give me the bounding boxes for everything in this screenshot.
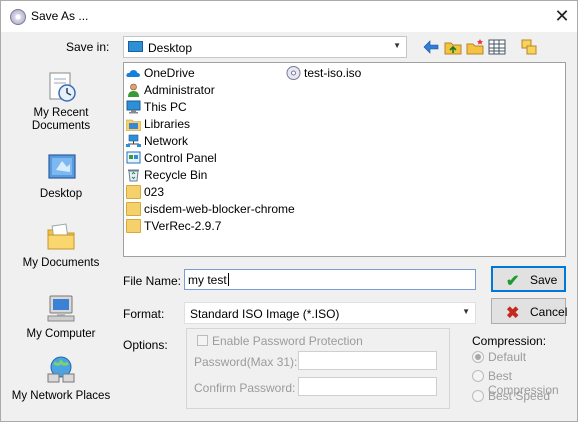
desktop-icon: [48, 154, 76, 179]
up-folder-icon[interactable]: [444, 38, 462, 56]
onedrive-icon: [126, 70, 140, 77]
file-name: test-iso.iso: [304, 66, 362, 80]
place-label: My Computer: [26, 328, 96, 340]
disc-app-icon: [10, 9, 26, 25]
disc-icon: [286, 66, 301, 80]
format-value: Standard ISO Image (*.ISO): [190, 307, 340, 321]
network-icon: [126, 134, 141, 147]
folder-icon: [126, 185, 141, 199]
save-as-dialog: Save As ... ✕ My Recent Documents Deskto…: [0, 0, 578, 422]
window-title: Save As ...: [31, 9, 89, 23]
save-button[interactable]: ✔ Save: [491, 266, 566, 292]
password-input[interactable]: [298, 351, 437, 370]
format-label: Format:: [123, 307, 165, 321]
tools-icon[interactable]: [520, 38, 538, 56]
file-name: cisdem-web-blocker-chrome: [144, 202, 295, 216]
compression-option-label: Best Speed: [488, 389, 551, 403]
confirm-password-input[interactable]: [298, 377, 437, 396]
file-name: Libraries: [144, 117, 191, 131]
file-name: OneDrive: [144, 66, 195, 80]
enable-password-label: Enable Password Protection: [212, 334, 363, 348]
place-my-computer[interactable]: My Computer: [7, 292, 115, 341]
file-name: 023: [144, 185, 165, 199]
password-label: Password(Max 31):: [194, 355, 298, 369]
place-label: My Recent Documents: [31, 107, 91, 132]
save-in-value: Desktop: [148, 41, 193, 55]
save-button-label: Save: [530, 273, 558, 287]
place-network-places[interactable]: My Network Places: [7, 354, 115, 403]
my-computer-icon: [47, 295, 75, 322]
checkmark-icon: ✔: [506, 273, 520, 290]
view-menu-icon[interactable]: [488, 38, 506, 56]
file-name-label: File Name:: [123, 274, 182, 288]
save-in-label: Save in:: [66, 40, 110, 54]
place-label: My Network Places: [11, 390, 111, 402]
file-name-value: my test: [188, 273, 227, 287]
recent-documents-icon: [49, 72, 76, 102]
file-list[interactable]: OneDrive Administrator This PC Libraries: [123, 62, 566, 257]
compression-label: Compression:: [472, 334, 547, 348]
compression-best-speed-radio[interactable]: [472, 390, 484, 402]
chevron-down-icon[interactable]: ▼: [393, 41, 401, 50]
place-my-documents[interactable]: My Documents: [7, 221, 115, 270]
user-icon: [128, 83, 139, 97]
place-label: Desktop: [39, 188, 83, 200]
enable-password-checkbox[interactable]: [197, 335, 208, 346]
cancel-button[interactable]: ✖ Cancel: [491, 298, 568, 324]
save-in-combo[interactable]: Desktop ▼: [123, 36, 407, 58]
chevron-down-icon[interactable]: ▼: [462, 307, 470, 316]
options-label: Options:: [123, 338, 168, 352]
this-pc-icon: [126, 100, 141, 114]
back-arrow-icon[interactable]: [422, 38, 440, 56]
compression-default-radio[interactable]: [472, 351, 484, 363]
file-name: This PC: [144, 100, 187, 114]
network-places-icon: [47, 356, 75, 383]
control-panel-icon: [126, 151, 141, 164]
recycle-bin-icon: [128, 169, 139, 182]
title-bar: Save As ... ✕: [1, 1, 577, 32]
file-name-input[interactable]: my test: [184, 269, 476, 290]
cancel-x-icon: ✖: [506, 305, 520, 322]
file-name: Control Panel: [144, 151, 217, 165]
folder-icon: [126, 219, 141, 233]
my-documents-icon: [47, 223, 75, 250]
compression-best-compression-radio[interactable]: [472, 370, 484, 382]
folder-icon: [126, 202, 141, 216]
place-label: My Documents: [22, 257, 100, 269]
file-name: TVerRec-2.9.7: [144, 219, 222, 233]
compression-option-label: Default: [488, 350, 527, 364]
libraries-icon: [126, 119, 141, 131]
file-name: Administrator: [144, 83, 215, 97]
desktop-icon: [128, 41, 143, 52]
new-folder-icon[interactable]: [466, 38, 484, 56]
file-name: Recycle Bin: [144, 168, 208, 182]
place-recent-documents[interactable]: My Recent Documents: [7, 71, 115, 133]
close-icon[interactable]: ✕: [548, 5, 576, 27]
confirm-password-label: Confirm Password:: [194, 381, 296, 395]
file-name: Network: [144, 134, 189, 148]
place-desktop[interactable]: Desktop: [7, 152, 115, 201]
format-select[interactable]: Standard ISO Image (*.ISO) ▼: [184, 302, 476, 324]
cancel-button-label: Cancel: [530, 305, 568, 319]
